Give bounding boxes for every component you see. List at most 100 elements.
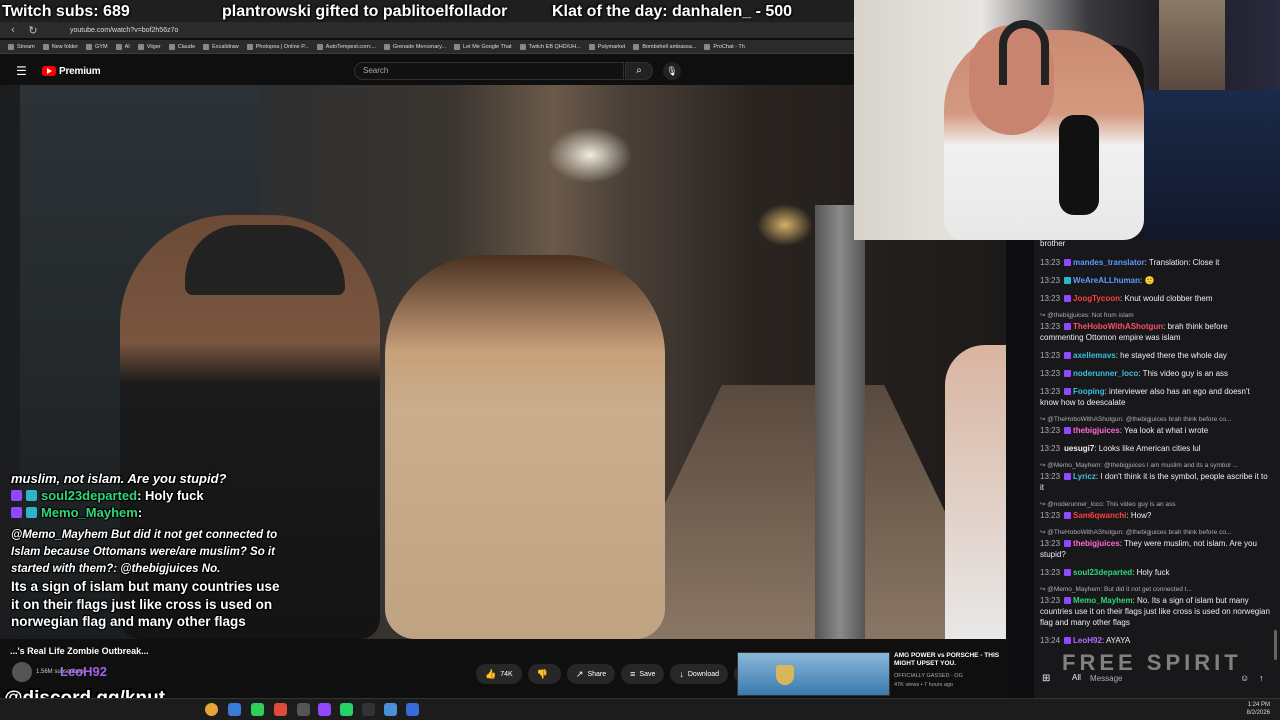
bookmark-favicon-icon [454, 43, 461, 50]
bookmark-favicon-icon [519, 43, 526, 50]
app-icon[interactable] [297, 703, 310, 716]
chat-username[interactable]: noderunner_loco [1073, 369, 1138, 378]
chat-username[interactable]: LeoH92 [1073, 636, 1102, 645]
reload-icon[interactable]: ↻ [26, 24, 40, 37]
back-icon[interactable]: ‹ [6, 24, 20, 36]
chat-message: 13:23 uesugi7: Looks like American cities… [1040, 443, 1270, 454]
bookmark-item[interactable]: New folder [42, 43, 78, 50]
app-icon[interactable] [274, 703, 287, 716]
overlay-chat-username: Memo_Mayhem [41, 505, 138, 520]
recommended-video[interactable]: AMG POWER vs PORSCHE - THIS MIGHT UPSET … [737, 652, 1007, 698]
app-icon[interactable] [384, 703, 397, 716]
chat-message-text: : 🙂 [1140, 276, 1155, 285]
channel-avatar[interactable] [12, 662, 32, 682]
share-button[interactable]: ↗ Share [566, 664, 616, 684]
send-icon[interactable]: ↑ [1259, 673, 1264, 683]
bookmark-item[interactable]: AutoTempest.com:... [316, 43, 376, 50]
chrome-icon[interactable] [205, 703, 218, 716]
chat-grid-icon[interactable]: ⊞ [1042, 673, 1050, 684]
url-field[interactable]: youtube.com/watch?v=bof2h56z7o [70, 27, 178, 34]
bookmark-favicon-icon [383, 43, 390, 50]
bookmark-item[interactable]: Twitch EB QHD/UH... [519, 43, 581, 50]
save-button[interactable]: ≡ Save [621, 664, 665, 684]
overlay-chat-body: Its a sign of islam but many countries u… [11, 579, 280, 629]
bookmark-item[interactable]: Viiger [137, 43, 161, 50]
app-icon[interactable] [406, 703, 419, 716]
chat-scrollbar[interactable] [1274, 630, 1277, 660]
bookmark-item[interactable]: Photopea | Online P... [246, 43, 309, 50]
chat-message: 13:23 axellemavs: he stayed there the who… [1040, 350, 1270, 361]
video-actions: 👍74K 👎 ↗Share ≡Save ↓Download ⋯ [476, 664, 760, 684]
chat-username[interactable]: uesugi7 [1064, 444, 1094, 453]
chat-message: 13:23 Lyricz: I don't think it is the sym… [1040, 471, 1270, 493]
chat-message-list[interactable]: brother 13:23 mandes_translator: Translati… [1040, 238, 1270, 653]
chat-badge-icon [1064, 512, 1072, 519]
search-input[interactable]: Search [354, 62, 624, 80]
chat-message-text: : interviewer also has an ego and doesn'… [1040, 387, 1250, 407]
bookmark-favicon-icon [42, 43, 49, 50]
youtube-play-icon [42, 66, 56, 76]
search-button[interactable]: ⌕ [625, 62, 653, 80]
chat-timestamp: 13:23 [1040, 351, 1061, 360]
chat-timestamp: 13:23 [1040, 369, 1061, 378]
bookmark-item[interactable]: Bombshell ambassa... [633, 43, 696, 50]
chat-timestamp: 13:23 [1040, 294, 1061, 303]
emote-picker-icon[interactable]: ☺ [1240, 673, 1249, 683]
recommended-thumbnail[interactable] [737, 652, 890, 696]
twitch-icon[interactable] [318, 703, 331, 716]
bookmark-item[interactable]: GYM [86, 43, 108, 50]
webcam-poster [1159, 0, 1225, 90]
chat-username[interactable]: soul23departed [1073, 568, 1132, 577]
like-button[interactable]: 👍 74K [476, 664, 522, 684]
chat-message: 13:23 thebigjuices: They were muslim, not… [1040, 538, 1270, 560]
chat-badge-icon [1064, 352, 1072, 359]
edge-icon[interactable] [228, 703, 241, 716]
youtube-logo[interactable]: Premium [42, 66, 101, 77]
chat-username[interactable]: Lyricz [1073, 472, 1096, 481]
chat-timestamp: 13:23 [1040, 596, 1061, 605]
webcam-shelf [1144, 90, 1280, 240]
recommended-channel[interactable]: OFFICIALLY GASSED - OG [894, 673, 963, 679]
chat-username[interactable]: mandes_translator [1073, 258, 1145, 267]
bookmark-item[interactable]: Let Me Google That [454, 43, 512, 50]
chat-message-text: : Holy fuck [1132, 568, 1170, 577]
bookmark-item[interactable]: Stream [8, 43, 35, 50]
video-right-person [945, 345, 1006, 639]
bookmark-item[interactable]: ProChat - Th [704, 43, 745, 50]
bookmark-favicon-icon [246, 43, 253, 50]
twitch-subs-counter: Twitch subs: 689 [2, 3, 130, 20]
chat-username[interactable]: Sam6qwanchi [1073, 511, 1126, 520]
chat-message-input[interactable]: Message [1090, 672, 1260, 686]
bookmark-item[interactable]: Excalidraw [203, 43, 239, 50]
whatsapp-icon[interactable] [340, 703, 353, 716]
chat-username[interactable]: Memo_Mayhem [1073, 596, 1133, 605]
download-button[interactable]: ↓ Download [670, 664, 729, 684]
save-icon: ≡ [630, 669, 636, 679]
hamburger-menu-icon[interactable]: ☰ [16, 64, 30, 78]
bookmark-item[interactable]: AI [115, 43, 130, 50]
bookmark-item[interactable]: Polymarket [588, 43, 625, 50]
chat-username[interactable]: thebigjuices [1073, 426, 1120, 435]
chat-message-text: : Yea look at what i wrote [1119, 426, 1209, 435]
chat-badge-icon [1064, 597, 1072, 604]
bookmark-favicon-icon [588, 43, 595, 50]
chat-username[interactable]: thebigjuices [1073, 539, 1120, 548]
chat-username[interactable]: JoogTycoon [1073, 294, 1120, 303]
recommended-title[interactable]: AMG POWER vs PORSCHE - THIS MIGHT UPSET … [894, 652, 1004, 668]
app-icon[interactable] [362, 703, 375, 716]
app-icon[interactable] [251, 703, 264, 716]
chat-message: 13:23 Memo_Mayhem: No. Its a sign of isla… [1040, 595, 1270, 628]
chat-username[interactable]: WeAreALLhuman [1073, 276, 1140, 285]
voice-search-button[interactable]: 🎙 [663, 62, 681, 80]
bookmark-item[interactable]: Claude [168, 43, 195, 50]
system-clock[interactable]: 1:24 PM 8/2/2026 [1247, 701, 1270, 717]
bookmark-item[interactable]: Grenade Mercenary... [383, 43, 446, 50]
dislike-button[interactable]: 👎 [527, 664, 561, 684]
chat-username[interactable]: axellemavs [1073, 351, 1116, 360]
chat-username[interactable]: Fooping [1073, 387, 1105, 396]
chat-username[interactable]: TheHoboWithAShotgun [1073, 322, 1163, 331]
bookmark-favicon-icon [86, 43, 93, 50]
bookmark-favicon-icon [168, 43, 175, 50]
address-bar: ‹ ↻ youtube.com/watch?v=bof2h56z7o [0, 22, 854, 38]
chat-filter[interactable]: All [1072, 673, 1081, 682]
